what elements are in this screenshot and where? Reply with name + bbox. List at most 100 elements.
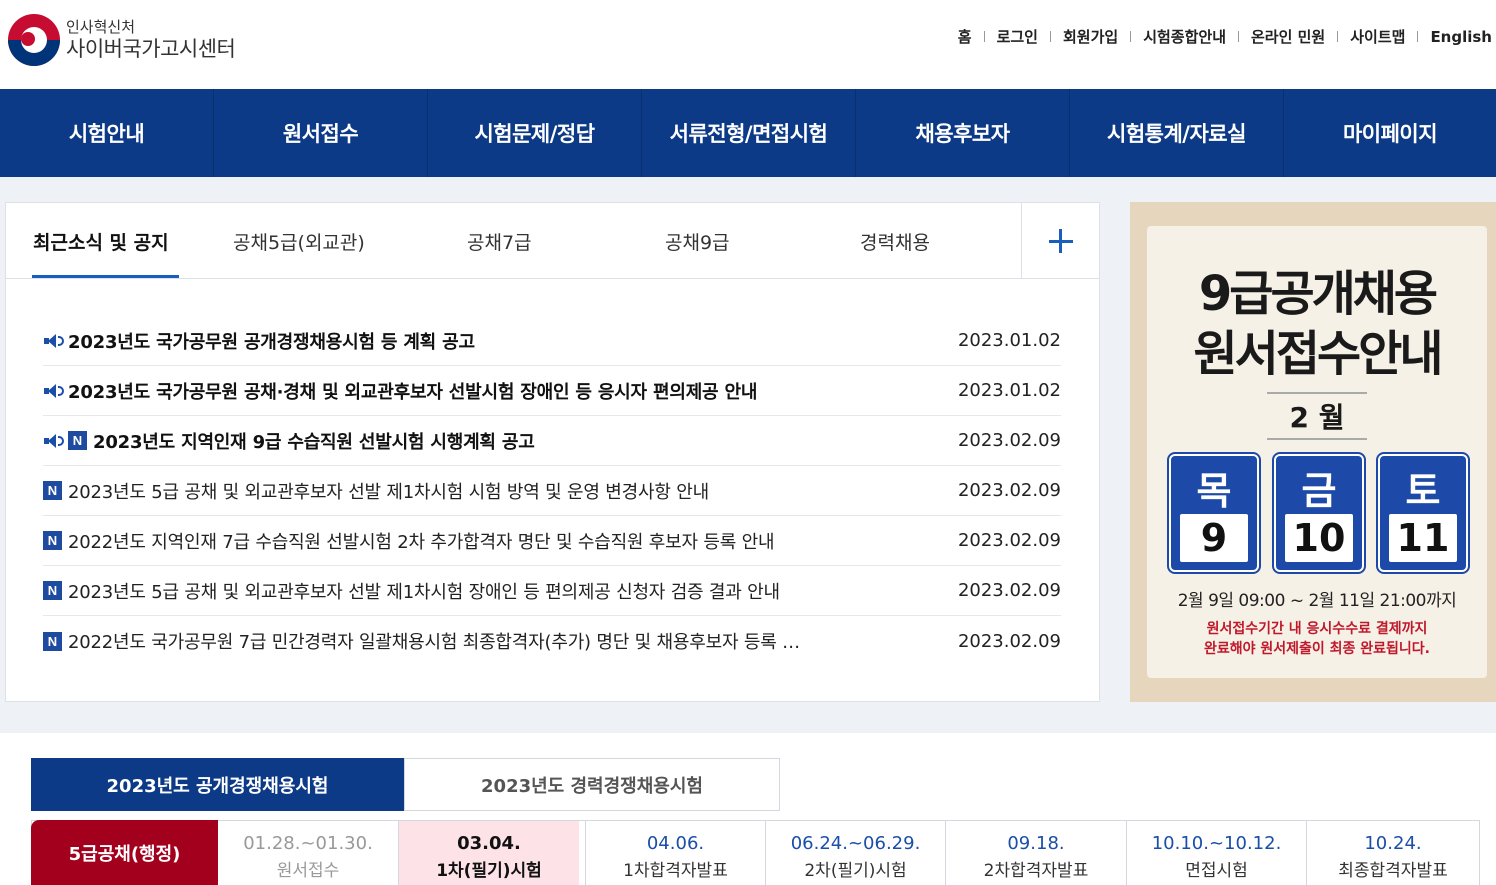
step-label: 1차(필기)시험 [436,861,542,881]
banner-month: 2 월 [1267,392,1367,440]
notice-title[interactable]: 2023년도 5급 공채 및 외교관후보자 선발 제1차시험 장애인 등 편의제… [68,578,780,604]
notice-row[interactable]: N 2023년도 지역인재 9급 수습직원 선발시험 시행계획 공고 2023.… [43,416,1061,466]
step-date: 03.04. [457,833,521,854]
step-label: 1차합격자발표 [623,861,728,881]
notice-date: 2023.02.09 [957,630,1061,652]
notice-title[interactable]: 2023년도 5급 공채 및 외교관후보자 선발 제1차시험 시험 방역 및 운… [68,478,709,504]
banner-note: 완료해야 원서제출이 최종 완료됩니다. [1203,641,1431,657]
notice-row[interactable]: 2023년도 국가공무원 공채·경채 및 외교관후보자 선발시험 장애인 등 응… [43,366,1061,416]
banner-note: 원서접수기간 내 응시수수료 결제까지 [1206,621,1428,637]
day-name: 목 [1196,469,1232,513]
speaker-icon [43,383,65,399]
banner-day-card: 금 10 [1274,454,1364,572]
tab-career-competitive[interactable]: 2023년도 경력경쟁채용시험 [404,758,780,811]
step-label: 면접시험 [1185,861,1248,881]
nav-application[interactable]: 원서접수 [214,89,428,177]
banner-subtitle: 원서접수안내 [1193,326,1444,382]
util-sitemap-link[interactable]: 사이트맵 [1350,26,1405,47]
speaker-icon [43,433,65,449]
notice-date: 2023.02.09 [957,580,1061,601]
tab-recent-news[interactable]: 최근소식 및 공지 [33,203,169,279]
notice-date: 2023.01.02 [957,330,1061,351]
application-banner[interactable]: 9급공개채용 원서접수안내 2 월 목 9 금 10 토 11 2월 9일 09… [1130,202,1496,702]
step-label: 원서접수 [276,861,340,881]
new-badge-icon: N [43,481,62,500]
notice-list: 2023년도 국가공무원 공개경쟁채용시험 등 계획 공고 2023.01.02… [43,316,1061,666]
step-label: 2차합격자발표 [983,861,1089,881]
util-home-link[interactable]: 홈 [958,26,972,47]
tab-grade7[interactable]: 공채7급 [467,203,532,279]
notice-title[interactable]: 2022년도 지역인재 7급 수습직원 선발시험 2차 추가합격자 명단 및 수… [68,528,774,554]
schedule-step[interactable]: 06.24.~06.29. 2차(필기)시험 [765,821,945,885]
new-badge-icon: N [43,581,62,600]
day-name: 금 [1301,469,1337,513]
new-badge-icon: N [68,431,87,450]
step-date: 10.24. [1364,833,1422,854]
notice-title[interactable]: 2023년도 국가공무원 공개경쟁채용시험 등 계획 공고 [68,328,475,354]
day-name: 토 [1405,469,1441,513]
notice-row[interactable]: 2023년도 국가공무원 공개경쟁채용시험 등 계획 공고 2023.01.02 [43,316,1061,366]
active-tab-indicator [32,275,179,278]
new-badge-icon: N [43,531,62,550]
exam-schedule-section: 2023년도 공개경쟁채용시험 2023년도 경력경쟁채용시험 5급공채(행정)… [0,733,1496,885]
schedule-step[interactable]: 10.10.~10.12. 면접시험 [1126,821,1306,885]
banner-day-card: 토 11 [1378,454,1468,572]
logo-site-name: 사이버국가고시센터 [66,37,236,61]
day-number: 9 [1180,514,1248,562]
step-label: 최종합격자발표 [1338,861,1448,881]
notice-row[interactable]: N 2022년도 지역인재 7급 수습직원 선발시험 2차 추가합격자 명단 및… [43,516,1061,566]
step-label: 2차(필기)시험 [804,861,907,881]
schedule-timeline: 5급공채(행정) 01.28.~01.30. 원서접수 03.04. 1차(필기… [31,820,1480,885]
tab-grade9[interactable]: 공채9급 [665,203,730,279]
step-date: 10.10.~10.12. [1151,833,1282,854]
notice-row[interactable]: N 2022년도 국가공무원 7급 민간경력자 일괄채용시험 최종합격자(추가)… [43,616,1061,666]
util-english-link[interactable]: English [1430,28,1492,46]
nav-candidates[interactable]: 채용후보자 [856,89,1070,177]
util-online-service-link[interactable]: 온라인 민원 [1251,26,1325,47]
notice-title[interactable]: 2023년도 지역인재 9급 수습직원 선발시험 시행계획 공고 [93,428,535,454]
notice-board: 최근소식 및 공지 공채5급(외교관) 공채7급 공채9급 경력채용 2023년… [5,202,1100,702]
tab-grade5-diplomat[interactable]: 공채5급(외교관) [233,203,365,279]
util-signup-link[interactable]: 회원가입 [1063,26,1118,47]
schedule-step-current[interactable]: 03.04. 1차(필기)시험 [398,821,579,885]
nav-questions-answers[interactable]: 시험문제/정답 [428,89,642,177]
upper-section: 최근소식 및 공지 공채5급(외교관) 공채7급 공채9급 경력채용 2023년… [0,177,1496,733]
banner-day-card: 목 9 [1169,454,1259,572]
notice-tabs: 최근소식 및 공지 공채5급(외교관) 공채7급 공채9급 경력채용 [6,203,1099,279]
site-logo[interactable]: 인사혁신처 사이버국가고시센터 [8,14,236,66]
day-number: 10 [1285,514,1353,562]
util-login-link[interactable]: 로그인 [997,26,1038,47]
notice-row[interactable]: N 2023년도 5급 공채 및 외교관후보자 선발 제1차시험 시험 방역 및… [43,466,1061,516]
util-exam-guide-link[interactable]: 시험종합안내 [1143,26,1226,47]
notice-row[interactable]: N 2023년도 5급 공채 및 외교관후보자 선발 제1차시험 장애인 등 편… [43,566,1061,616]
nav-mypage[interactable]: 마이페이지 [1284,89,1496,177]
main-nav: 시험안내 원서접수 시험문제/정답 서류전형/면접시험 채용후보자 시험통계/자… [0,89,1496,177]
nav-document-interview[interactable]: 서류전형/면접시험 [642,89,856,177]
banner-card: 9급공개채용 원서접수안내 2 월 목 9 금 10 토 11 2월 9일 09… [1147,226,1487,678]
notice-date: 2023.01.02 [957,380,1061,401]
tab-career[interactable]: 경력채용 [860,203,930,279]
nav-exam-info[interactable]: 시험안내 [0,89,214,177]
government-emblem-icon [8,14,60,66]
banner-date-range: 2월 9일 09:00 ~ 2월 11일 21:00까지 [1177,591,1457,611]
schedule-step[interactable]: 10.24. 최종합격자발표 [1306,821,1479,885]
nav-statistics[interactable]: 시험통계/자료실 [1070,89,1284,177]
notice-date: 2023.02.09 [957,530,1061,551]
notice-title[interactable]: 2022년도 국가공무원 7급 민간경력자 일괄채용시험 최종합격자(추가) 명… [68,628,800,654]
tab-open-competitive[interactable]: 2023년도 공개경쟁채용시험 [31,758,404,811]
logo-ministry-name: 인사혁신처 [66,18,136,36]
schedule-step[interactable]: 09.18. 2차합격자발표 [945,821,1126,885]
schedule-step[interactable]: 04.06. 1차합격자발표 [585,821,765,885]
schedule-step[interactable]: 01.28.~01.30. 원서접수 [218,821,398,885]
site-header: 인사혁신처 사이버국가고시센터 홈 로그인 회원가입 시험종합안내 온라인 민원… [0,0,1496,89]
step-date: 06.24.~06.29. [790,833,921,854]
notice-title[interactable]: 2023년도 국가공무원 공채·경채 및 외교관후보자 선발시험 장애인 등 응… [68,378,757,404]
step-date: 09.18. [1007,833,1065,854]
step-date: 01.28.~01.30. [243,833,373,854]
schedule-exam-type[interactable]: 5급공채(행정) [31,820,218,885]
notice-date: 2023.02.09 [957,430,1061,451]
step-date: 04.06. [646,833,705,854]
more-button[interactable] [1021,203,1099,279]
new-badge-icon: N [43,631,62,651]
speaker-icon [43,333,65,349]
